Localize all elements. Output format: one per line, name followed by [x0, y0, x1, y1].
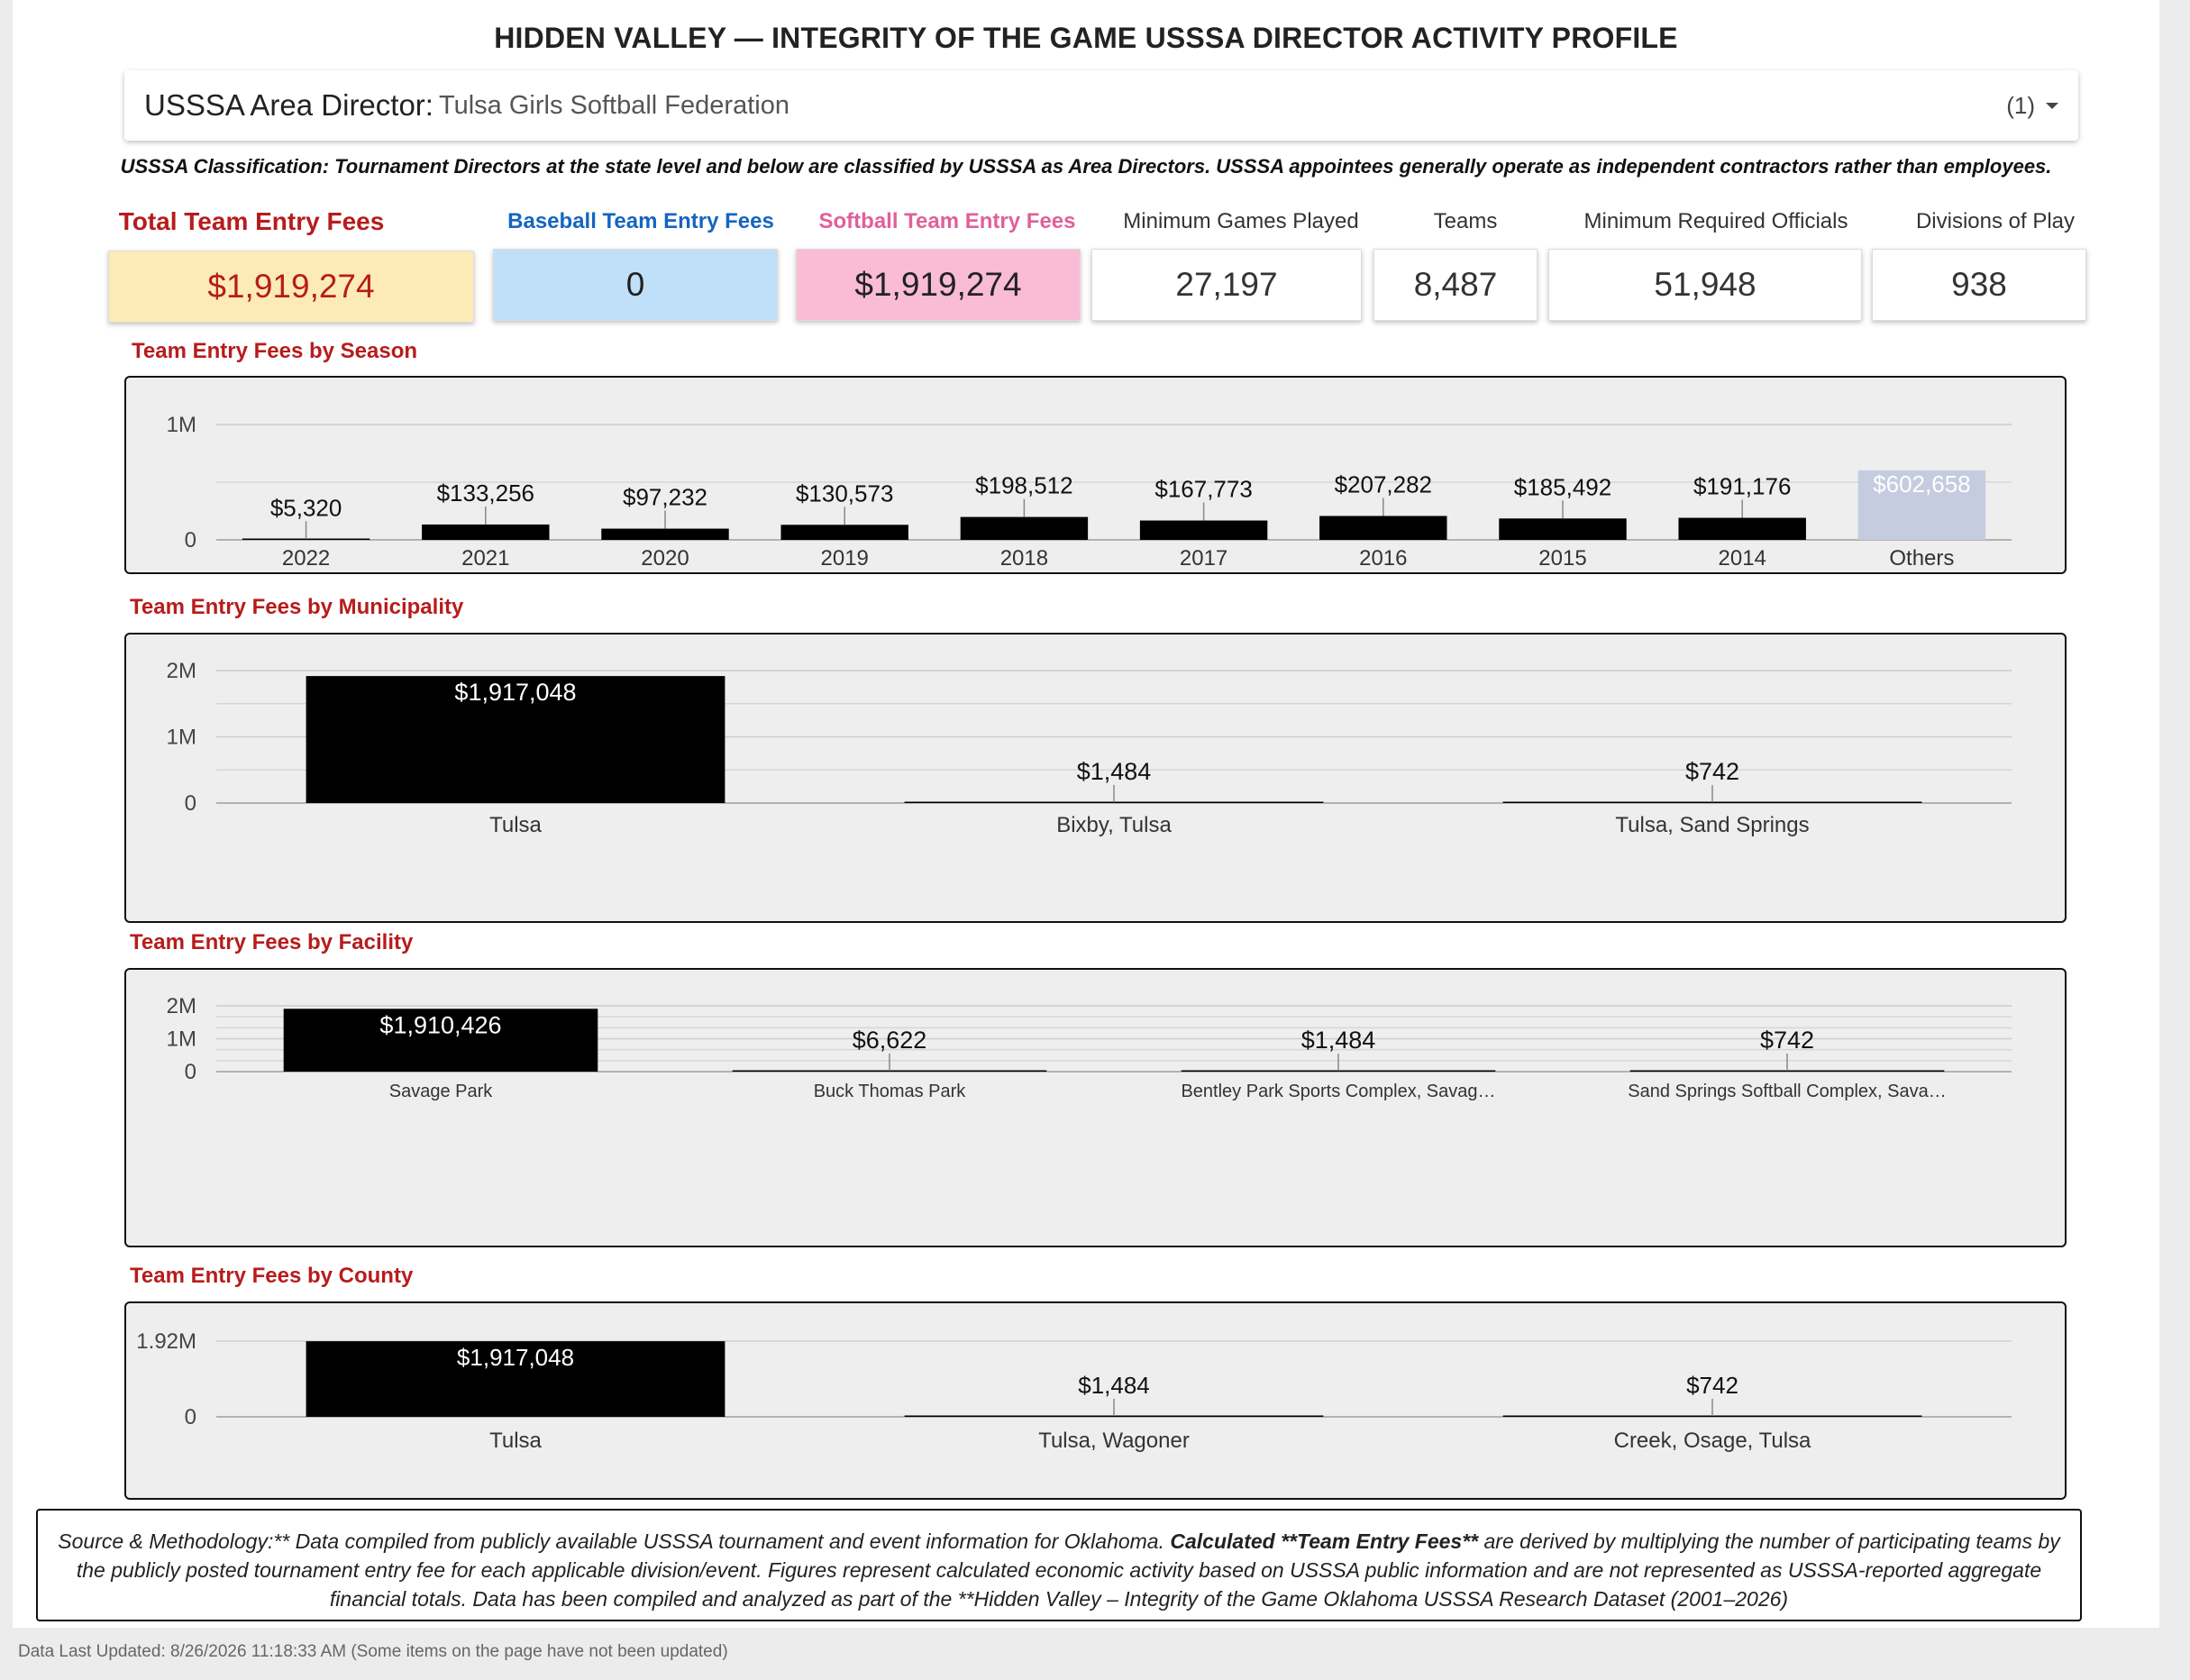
y-tick-label: 1M [167, 726, 196, 750]
data-label: $133,256 [437, 479, 534, 507]
category-label: Creek, Osage, Tulsa [1614, 1429, 1811, 1453]
season-chart-panel: 0 1M $5,320 2022 $133,256 2021 $97,232 2020 $130… [124, 376, 2067, 574]
kpi-softball-fees: $1,919,274 [796, 249, 1081, 321]
data-label: $742 [1760, 1027, 1814, 1054]
category-label: 2018 [1000, 546, 1048, 571]
kpi-label-softball: Softball Team Entry Fees [818, 209, 1076, 233]
selector-count: (1) [2006, 91, 2035, 119]
page-title: HIDDEN VALLEY — INTEGRITY OF THE GAME US… [494, 22, 1678, 54]
season-bar-chart: 0 1M $5,320 2022 $133,256 2021 $97,232 2020 $130… [167, 413, 2012, 571]
category-label: 2015 [1538, 546, 1586, 571]
category-label: 2017 [1180, 546, 1227, 571]
methodology-note: Source & Methodology:** Data compiled fr… [36, 1509, 2082, 1621]
category-label: 2020 [641, 546, 689, 571]
y-tick-label: 0 [185, 528, 196, 552]
kpi-total-fees: $1,919,274 [108, 251, 474, 323]
area-director-selector[interactable]: USSSA Area Director: Tulsa Girls Softbal… [124, 70, 2078, 141]
category-label: Tulsa, Wagoner [1038, 1429, 1190, 1453]
data-label: $1,917,048 [457, 1344, 574, 1371]
category-label: 2014 [1719, 546, 1766, 571]
data-label: $1,484 [1078, 1372, 1150, 1399]
kpi-label-baseball: Baseball Team Entry Fees [507, 209, 774, 233]
category-label: Tulsa [489, 1429, 542, 1453]
data-label: $167,773 [1154, 476, 1252, 503]
data-label: $185,492 [1514, 473, 1611, 500]
data-label: $742 [1685, 758, 1739, 785]
y-tick-label: 0 [185, 1405, 196, 1429]
last-updated: Data Last Updated: 8/26/2026 11:18:33 AM… [18, 1642, 728, 1661]
y-tick-label: 2M [167, 994, 196, 1018]
category-label: Buck Thomas Park [814, 1082, 967, 1101]
data-label: $97,232 [623, 484, 707, 511]
municipality-chart-title: Team Entry Fees by Municipality [130, 595, 464, 619]
facility-chart-panel: 0 1M 2M $1,910,426 Savage Park $6,622 Buck Tho… [124, 968, 2067, 1247]
y-tick-label: 2M [167, 659, 196, 683]
category-label: Bixby, Tulsa [1056, 813, 1172, 837]
kpi-games-played: 27,197 [1091, 249, 1362, 321]
bar[interactable] [960, 516, 1089, 540]
data-label: $1,910,426 [379, 1011, 501, 1038]
y-tick-label: 1M [167, 413, 196, 437]
category-label: Tulsa [489, 813, 542, 837]
y-tick-label: 1M [167, 1027, 196, 1052]
kpi-label-total: Total Team Entry Fees [118, 207, 385, 235]
bar[interactable] [1499, 518, 1627, 540]
y-tick-label: 1.92M [136, 1329, 196, 1354]
bar[interactable] [1678, 517, 1806, 540]
municipality-chart-panel: 0 1M 2M $1,917,048 Tulsa $1,484 Bixby, Tulsa $7… [124, 633, 2067, 923]
data-label: $1,484 [1301, 1027, 1376, 1054]
chevron-down-icon[interactable] [2046, 102, 2058, 109]
category-label: Tulsa, Sand Springs [1615, 813, 1809, 837]
data-label: $602,658 [1873, 470, 1970, 498]
kpi-teams: 8,487 [1373, 249, 1538, 321]
selector-label: USSSA Area Director: [144, 88, 433, 122]
data-label: $207,282 [1335, 470, 1432, 498]
category-label: 2019 [821, 546, 869, 571]
county-chart-panel: 0 1.92M $1,917,048 Tulsa $1,484 Tulsa, Wagone… [124, 1301, 2067, 1500]
bar[interactable] [780, 525, 908, 540]
y-tick-label: 0 [185, 1060, 196, 1084]
selector-value: Tulsa Girls Softball Federation [438, 90, 789, 120]
category-label: Savage Park [389, 1082, 494, 1101]
category-label: 2016 [1359, 546, 1407, 571]
facility-chart-title: Team Entry Fees by Facility [130, 930, 414, 954]
county-bar-chart: 0 1.92M $1,917,048 Tulsa $1,484 Tulsa, Wagone… [136, 1329, 2012, 1453]
bar[interactable] [601, 528, 729, 540]
report-page: HIDDEN VALLEY — INTEGRITY OF THE GAME US… [13, 0, 2159, 1628]
category-label: Bentley Park Sports Complex, Savag… [1181, 1082, 1495, 1101]
kpi-label-games: Minimum Games Played [1123, 209, 1359, 233]
kpi-divisions: 938 [1872, 249, 2086, 321]
y-tick-label: 0 [185, 791, 196, 816]
classification-note: USSSA Classification: Tournament Directo… [120, 155, 2052, 178]
data-label: $5,320 [270, 494, 342, 521]
county-chart-title: Team Entry Fees by County [130, 1264, 414, 1288]
bar[interactable] [422, 524, 550, 540]
category-label: 2021 [461, 546, 509, 571]
data-label: $6,622 [853, 1027, 927, 1054]
category-label: 2022 [282, 546, 330, 571]
data-label: $1,484 [1077, 758, 1152, 785]
data-label: $130,573 [796, 479, 893, 507]
data-label: $198,512 [975, 472, 1072, 499]
data-label: $191,176 [1693, 473, 1791, 500]
municipality-bar-chart: 0 1M 2M $1,917,048 Tulsa $1,484 Bixby, Tulsa $7… [167, 659, 2012, 837]
bar[interactable] [1139, 520, 1268, 540]
season-chart-title: Team Entry Fees by Season [132, 339, 418, 363]
data-label: $1,917,048 [454, 679, 576, 706]
kpi-label-divisions: Divisions of Play [1915, 209, 2076, 233]
data-label: $742 [1686, 1372, 1738, 1399]
kpi-label-officials: Minimum Required Officials [1583, 209, 1848, 233]
facility-bar-chart: 0 1M 2M $1,910,426 Savage Park $6,622 Buck Tho… [167, 994, 2012, 1101]
category-label: Sand Springs Softball Complex, Sava… [1628, 1082, 1947, 1101]
kpi-baseball-fees: 0 [493, 249, 778, 321]
kpi-label-teams: Teams [1433, 209, 1498, 233]
category-label: Others [1889, 546, 1954, 571]
kpi-officials: 51,948 [1548, 249, 1862, 321]
bar[interactable] [1319, 516, 1447, 540]
